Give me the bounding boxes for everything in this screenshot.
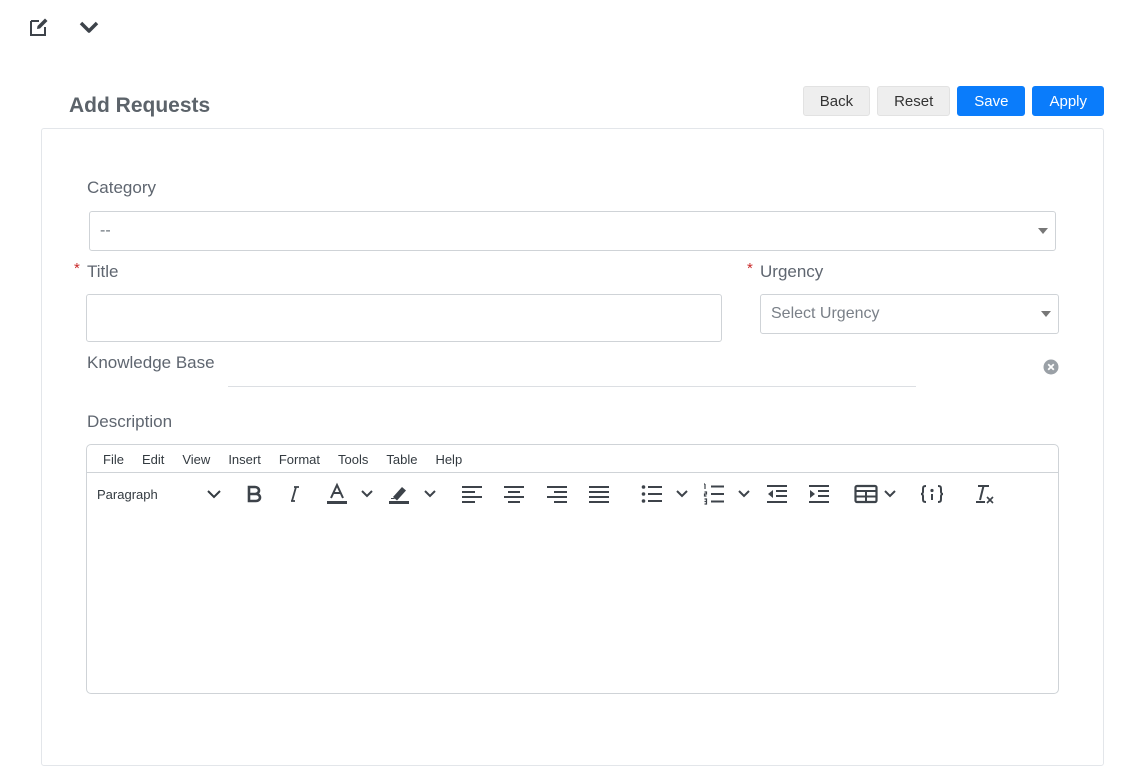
- page-title: Add Requests: [69, 94, 211, 117]
- save-button[interactable]: Save: [957, 86, 1026, 116]
- description-editor: File Edit View Insert Format Tools Table…: [86, 444, 1059, 694]
- bold-icon[interactable]: [239, 480, 269, 508]
- menu-format[interactable]: Format: [279, 451, 320, 467]
- chevron-down-icon: [884, 490, 896, 498]
- category-label: Category: [87, 178, 156, 197]
- edit-icon[interactable]: [27, 14, 51, 40]
- editor-menubar: File Edit View Insert Format Tools Table…: [87, 445, 1058, 473]
- clear-icon[interactable]: [1043, 359, 1059, 375]
- description-label: Description: [87, 412, 173, 431]
- category-select[interactable]: --: [89, 211, 1056, 251]
- menu-insert[interactable]: Insert: [228, 451, 261, 467]
- justify-icon[interactable]: [586, 480, 612, 508]
- chevron-down-icon: [207, 490, 221, 499]
- apply-button[interactable]: Apply: [1032, 86, 1104, 116]
- chevron-down-icon[interactable]: [77, 14, 101, 40]
- highlight-dropdown[interactable]: [421, 480, 439, 508]
- table-icon[interactable]: [853, 480, 879, 508]
- bullet-list-dropdown[interactable]: [673, 480, 691, 508]
- urgency-required-mark: *: [747, 260, 753, 277]
- menu-view[interactable]: View: [182, 451, 210, 467]
- urgency-placeholder: Select Urgency: [771, 305, 880, 322]
- block-format-value: Paragraph: [97, 486, 158, 502]
- menu-help[interactable]: Help: [435, 451, 462, 467]
- category-value: --: [100, 222, 111, 239]
- menu-edit[interactable]: Edit: [142, 451, 164, 467]
- highlight-icon[interactable]: [385, 480, 413, 508]
- knowledge-base-label: Knowledge Base: [87, 353, 215, 372]
- knowledge-base-input[interactable]: [228, 386, 916, 387]
- bullet-list-icon[interactable]: [639, 480, 665, 508]
- block-format-select[interactable]: Paragraph: [97, 480, 222, 508]
- italic-icon[interactable]: [280, 480, 308, 508]
- menu-table[interactable]: Table: [386, 451, 417, 467]
- urgency-select[interactable]: Select Urgency: [760, 294, 1059, 334]
- numbered-list-dropdown[interactable]: [735, 480, 753, 508]
- title-input[interactable]: [86, 294, 722, 342]
- text-color-dropdown[interactable]: [358, 480, 376, 508]
- chevron-down-icon: [676, 490, 688, 498]
- title-label: Title: [87, 262, 119, 281]
- chevron-down-icon: [361, 490, 373, 498]
- title-required-mark: *: [74, 260, 80, 277]
- reset-button[interactable]: Reset: [877, 86, 951, 116]
- table-dropdown[interactable]: [881, 480, 899, 508]
- menu-file[interactable]: File: [103, 451, 124, 467]
- menu-tools[interactable]: Tools: [338, 451, 368, 467]
- editor-toolbar: Paragraph: [87, 473, 1058, 515]
- align-right-icon[interactable]: [544, 480, 570, 508]
- code-icon[interactable]: [918, 480, 946, 508]
- numbered-list-icon[interactable]: [701, 480, 727, 508]
- outdent-icon[interactable]: [764, 480, 790, 508]
- align-left-icon[interactable]: [459, 480, 485, 508]
- indent-icon[interactable]: [806, 480, 832, 508]
- action-bar: Back Reset Save Apply: [802, 86, 1104, 116]
- chevron-down-icon: [424, 490, 436, 498]
- urgency-label: Urgency: [760, 262, 824, 281]
- caret-down-icon: [1041, 311, 1051, 317]
- align-center-icon[interactable]: [501, 480, 527, 508]
- editor-content-area[interactable]: [87, 517, 1058, 693]
- chevron-down-icon: [738, 490, 750, 498]
- caret-down-icon: [1038, 228, 1048, 234]
- back-button[interactable]: Back: [802, 86, 871, 116]
- text-color-icon[interactable]: [323, 480, 351, 508]
- clear-format-icon[interactable]: [971, 480, 997, 508]
